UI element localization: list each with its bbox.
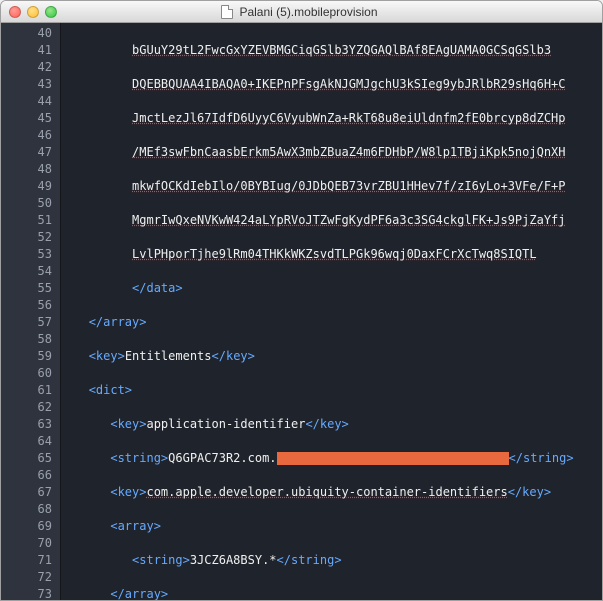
line-number: 47 [1, 144, 52, 161]
line-number: 62 [1, 399, 52, 416]
line-number: 58 [1, 331, 52, 348]
line-number: 52 [1, 229, 52, 246]
line-number: 51 [1, 212, 52, 229]
line-number: 53 [1, 246, 52, 263]
line-number: 54 [1, 263, 52, 280]
line-number: 45 [1, 110, 52, 127]
code-editor[interactable]: 4041424344454647484950515253545556575859… [1, 23, 602, 600]
line-number: 61 [1, 382, 52, 399]
line-number: 46 [1, 127, 52, 144]
line-number-gutter: 4041424344454647484950515253545556575859… [1, 23, 61, 600]
line-number: 40 [1, 25, 52, 42]
line-number: 63 [1, 416, 52, 433]
line-number: 70 [1, 535, 52, 552]
line-number: 44 [1, 93, 52, 110]
line-number: 68 [1, 501, 52, 518]
line-number: 65 [1, 450, 52, 467]
line-number: 43 [1, 76, 52, 93]
redacted-block [277, 452, 509, 465]
titlebar[interactable]: Palani (5).mobileprovision [1, 1, 602, 23]
line-number: 56 [1, 297, 52, 314]
line-number: 71 [1, 552, 52, 569]
editor-window: Palani (5).mobileprovision 4041424344454… [0, 0, 603, 601]
line-number: 67 [1, 484, 52, 501]
line-number: 66 [1, 467, 52, 484]
line-number: 59 [1, 348, 52, 365]
line-number: 60 [1, 365, 52, 382]
line-number: 69 [1, 518, 52, 535]
line-number: 48 [1, 161, 52, 178]
line-number: 50 [1, 195, 52, 212]
line-number: 73 [1, 586, 52, 600]
line-number: 72 [1, 569, 52, 586]
line-number: 57 [1, 314, 52, 331]
code-area[interactable]: bGUuY29tL2FwcGxYZEVBMGCiqGSlb3YZQGAQlBAf… [61, 23, 602, 600]
line-number: 55 [1, 280, 52, 297]
line-number: 42 [1, 59, 52, 76]
line-number: 49 [1, 178, 52, 195]
document-icon [221, 5, 233, 19]
line-number: 41 [1, 42, 52, 59]
line-number: 64 [1, 433, 52, 450]
window-title: Palani (5).mobileprovision [239, 5, 377, 19]
